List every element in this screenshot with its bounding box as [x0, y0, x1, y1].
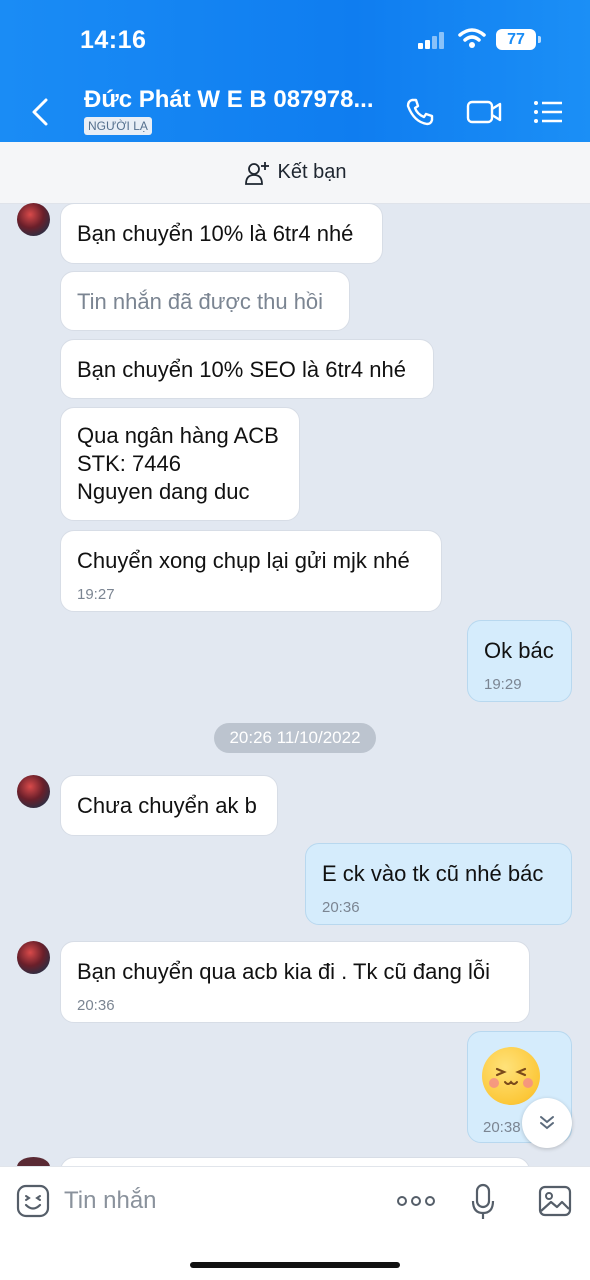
home-indicator[interactable] — [190, 1262, 400, 1268]
add-friend-button[interactable]: Kết bạn — [0, 142, 590, 204]
message-text: Bạn chuyển qua acb kia đi . Tk cũ đang l… — [77, 959, 490, 984]
avatar[interactable] — [17, 203, 50, 236]
sent-message-bubble[interactable]: E ck vào tk cũ nhé bác 20:36 — [305, 843, 572, 925]
scroll-to-bottom-button[interactable] — [522, 1098, 572, 1148]
double-chevron-down-icon — [540, 1116, 554, 1130]
image-gallery-icon[interactable] — [538, 1185, 572, 1217]
add-friend-icon — [244, 161, 269, 185]
avatar[interactable] — [17, 775, 50, 808]
message-bubble[interactable]: Qua ngân hàng ACB STK: 7446 Nguyen dang … — [60, 407, 300, 521]
message-text: Ok bác — [484, 638, 554, 663]
message-bubble[interactable]: Chưa chuyển ak b — [60, 775, 278, 836]
contact-name[interactable]: Đức Phát W E B 087978... — [84, 86, 374, 114]
message-time: 20:38 — [483, 1119, 521, 1136]
options-menu-icon[interactable] — [532, 99, 564, 125]
add-friend-label: Kết bạn — [277, 161, 347, 183]
cellular-signal-icon — [418, 31, 450, 49]
message-line: Nguyen dang duc — [77, 479, 250, 504]
message-text: Bạn chuyển 10% SEO là 6tr4 nhé — [77, 357, 406, 382]
sticker-icon[interactable] — [16, 1184, 50, 1218]
wifi-icon — [458, 28, 486, 48]
stranger-badge: NGƯỜI LẠ — [84, 117, 152, 135]
message-line: Qua ngân hàng ACB — [77, 423, 279, 448]
message-bubble[interactable]: Bạn chuyển 10% SEO là 6tr4 nhé — [60, 339, 434, 399]
date-separator: 20:26 11/10/2022 — [214, 723, 376, 753]
message-time: 19:29 — [484, 676, 522, 693]
message-text: Tin nhắn đã được thu hồi — [77, 289, 324, 314]
microphone-icon[interactable] — [470, 1183, 496, 1221]
message-text: E ck vào tk cũ nhé bác — [322, 861, 544, 886]
message-text: Chưa chuyển ak b — [77, 793, 257, 818]
message-time: 19:27 — [77, 586, 115, 603]
message-time: 20:36 — [77, 997, 115, 1014]
message-input[interactable] — [64, 1183, 364, 1219]
message-text: Bạn chuyển 10% là 6tr4 nhé — [77, 221, 354, 246]
message-bubble[interactable]: Bạn chuyển 10% là 6tr4 nhé — [60, 203, 383, 264]
recalled-message-bubble[interactable]: Tin nhắn đã được thu hồi — [60, 271, 350, 331]
more-options-icon[interactable] — [396, 1193, 436, 1209]
battery-indicator: 77 — [496, 29, 541, 50]
back-arrow-icon[interactable] — [28, 96, 52, 128]
status-time: 14:16 — [80, 26, 147, 54]
message-bubble[interactable]: Bạn chuyển qua acb kia đi . Tk cũ đang l… — [60, 941, 530, 1023]
message-line: STK: 7446 — [77, 451, 181, 476]
phone-call-icon[interactable] — [404, 96, 436, 128]
message-text: Chuyển xong chụp lại gửi mjk nhé — [77, 548, 410, 573]
sent-message-bubble[interactable]: Ok bác 19:29 — [467, 620, 572, 702]
message-time: 20:36 — [322, 899, 360, 916]
video-call-icon[interactable] — [466, 99, 502, 125]
message-bubble[interactable]: Chuyển xong chụp lại gửi mjk nhé 19:27 — [60, 530, 442, 612]
smiling-face-sticker-icon — [482, 1047, 540, 1105]
avatar[interactable] — [17, 941, 50, 974]
chat-header: 14:16 77 Đức Phát W E B 087978... NGƯỜI … — [0, 0, 590, 142]
